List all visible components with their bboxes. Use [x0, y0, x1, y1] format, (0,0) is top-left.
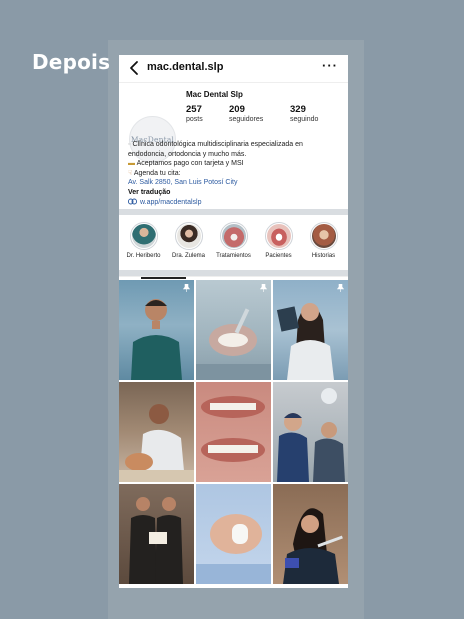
bio-line-3: Aceptamos pago con tarjeta y MSI: [136, 160, 244, 168]
doctor-photo: [131, 299, 182, 380]
tooth-emoji-icon: ▫: [128, 141, 131, 148]
post-thumbnail[interactable]: [119, 382, 194, 482]
grid-tab-indicator: [141, 277, 186, 279]
pin-icon: [337, 284, 344, 292]
card-emoji-icon: ▬: [128, 160, 135, 168]
bio-text: ▫ Clínica odontológica multidisciplinari…: [128, 140, 342, 207]
posts-count: 257: [186, 104, 202, 115]
highlight-circle: [129, 222, 158, 250]
highlight-label: Dra. Zulema: [171, 253, 205, 259]
caption-label: Depois: [32, 50, 111, 74]
highlight-circle: [309, 222, 338, 250]
highlight-pacientes[interactable]: Pacientes: [258, 215, 300, 270]
hand-emoji-icon: ☟: [128, 169, 133, 177]
clinic-photo: [283, 508, 343, 584]
post-thumbnail[interactable]: [273, 484, 348, 584]
post-thumbnail[interactable]: [196, 280, 271, 380]
location-link[interactable]: Av. Salk 2850, San Luis Potosí City: [128, 178, 342, 188]
following-label: seguindo: [290, 116, 319, 123]
post-thumbnail[interactable]: [196, 484, 271, 584]
profile-username: mac.dental.slp: [147, 61, 224, 73]
pin-icon: [260, 284, 267, 292]
display-name: Mac Dental Slp: [186, 90, 243, 99]
highlight-cover: [221, 224, 246, 248]
highlight-label: Dr. Heriberto: [126, 253, 161, 259]
followers-label: seguidores: [229, 116, 264, 123]
website-link[interactable]: w.app/macdentalslp: [128, 198, 342, 208]
profile-header: mac.dental.slp ···: [119, 55, 348, 83]
treatment-photo: [196, 308, 271, 380]
posts-stat[interactable]: 257 posts: [186, 104, 203, 123]
back-arrow-icon[interactable]: [128, 60, 142, 76]
highlight-cover: [176, 224, 201, 248]
clinic-photo: [277, 388, 345, 482]
bio-line-1: Clínica odontológica multidisciplinaria …: [132, 141, 303, 148]
highlight-dra-zulema[interactable]: Dra. Zulema: [168, 215, 210, 270]
highlight-circle: [174, 222, 203, 250]
highlight-circle: [264, 222, 293, 250]
bio-line-2: endodoncia, ortodoncia y mucho más.: [128, 150, 247, 158]
smile-photo: [201, 396, 265, 462]
bio-line-4: Agenda tu cita:: [133, 169, 181, 177]
highlight-tratamientos[interactable]: Tratamientos: [213, 215, 255, 270]
story-highlights: Dr. Heriberto Dra. Zulema Tratamientos P…: [119, 215, 348, 270]
following-stat[interactable]: 329 seguindo: [290, 104, 318, 123]
highlight-label: Pacientes: [265, 253, 292, 259]
translate-link[interactable]: Ver tradução: [128, 188, 342, 198]
doctor-photo: [276, 303, 334, 380]
following-count: 329: [290, 104, 306, 115]
profile-section: MacDental Mac Dental Slp 257 posts 209 s…: [119, 83, 348, 209]
posts-label: posts: [186, 116, 203, 123]
highlight-circle: [219, 222, 248, 250]
clinic-photo: [119, 404, 194, 482]
highlight-label: Historias: [311, 253, 336, 259]
post-thumbnail[interactable]: [119, 280, 194, 380]
highlight-dr-heriberto[interactable]: Dr. Heriberto: [123, 215, 165, 270]
pin-icon: [183, 284, 190, 292]
link-icon: [128, 198, 137, 205]
highlight-cover: [131, 224, 156, 248]
instagram-profile-screen: mac.dental.slp ··· MacDental Mac Dental …: [119, 55, 348, 588]
followers-count: 209: [229, 104, 245, 115]
highlight-cover: [266, 224, 291, 248]
post-thumbnail[interactable]: [196, 382, 271, 482]
team-photo: [129, 497, 183, 584]
post-thumbnail[interactable]: [273, 280, 348, 380]
highlight-label: Tratamientos: [216, 253, 251, 259]
post-thumbnail[interactable]: [273, 382, 348, 482]
website-url: w.app/macdentalslp: [140, 198, 202, 206]
product-photo: [196, 514, 271, 584]
followers-stat[interactable]: 209 seguidores: [229, 104, 263, 123]
posts-grid: [119, 276, 348, 588]
highlight-historias[interactable]: Historias: [303, 215, 345, 270]
more-options-icon[interactable]: ···: [322, 58, 338, 73]
highlight-cover: [311, 224, 336, 248]
post-thumbnail[interactable]: [119, 484, 194, 584]
